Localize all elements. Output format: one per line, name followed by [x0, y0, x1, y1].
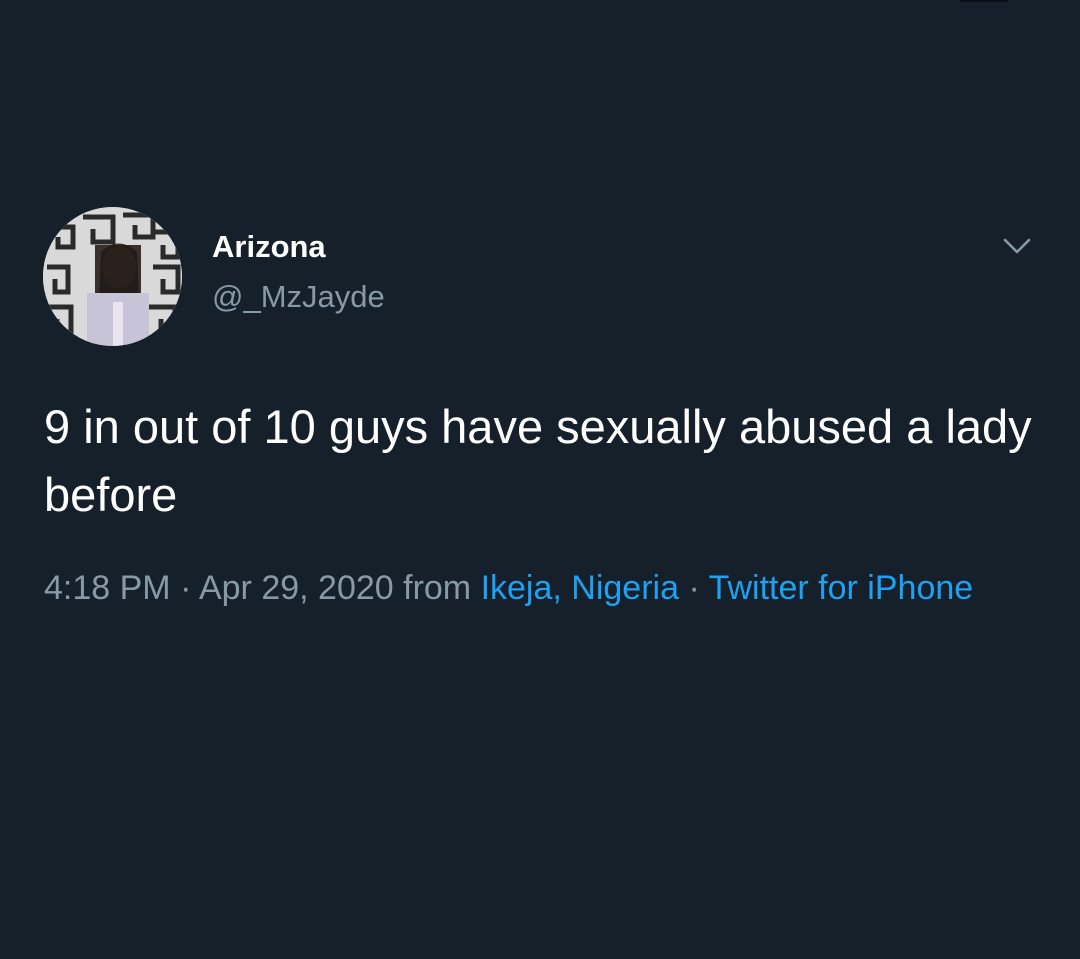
top-edge-mark [960, 0, 1008, 2]
tweet-card: Arizona @_MzJayde 9 in out of 10 guys ha… [0, 0, 1080, 959]
tweet-meta: 4:18 PM · Apr 29, 2020 from Ikeja, Niger… [44, 565, 1034, 612]
source-link[interactable]: Twitter for iPhone [709, 569, 974, 607]
tweet-time[interactable]: 4:18 PM [44, 569, 171, 607]
display-name[interactable]: Arizona [212, 229, 326, 265]
tweet-date[interactable]: Apr 29, 2020 [199, 569, 394, 607]
from-label: from [393, 569, 481, 607]
avatar-image [43, 207, 182, 346]
user-handle[interactable]: @_MzJayde [212, 279, 385, 315]
meta-separator: · [679, 569, 709, 607]
location-link[interactable]: Ikeja, Nigeria [481, 569, 679, 607]
meta-separator: · [170, 569, 199, 607]
avatar[interactable] [43, 207, 182, 346]
chevron-down-icon[interactable] [997, 226, 1037, 266]
tweet-text: 9 in out of 10 guys have sexually abused… [44, 400, 1032, 521]
